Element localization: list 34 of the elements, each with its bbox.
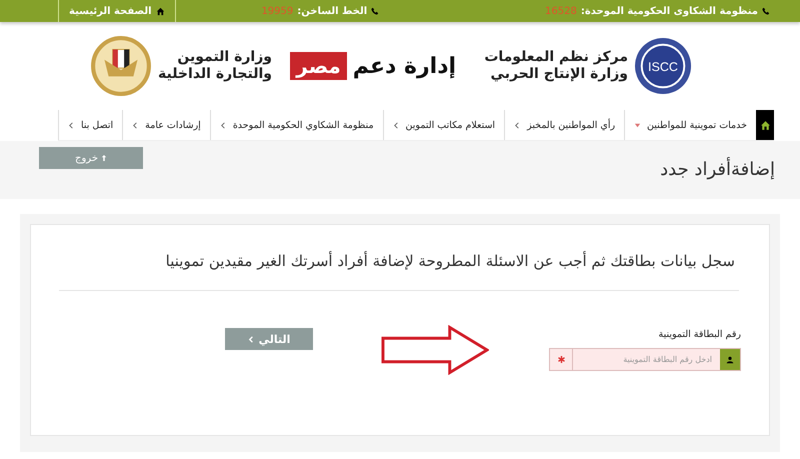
nav-item[interactable]: منظومة الشكاوي الحكومية الموحدة: [210, 110, 383, 140]
caret-icon: [634, 122, 642, 128]
complaints-label: منظومة الشكاوى الحكومية الموحدة:: [580, 6, 758, 16]
arrow-up-icon: [101, 154, 107, 162]
form-heading: سجل بيانات بطاقتك ثم أجب عن الاسئلة المطروحة لإضافة أفراد أسرتك الغير مقيدين تموينيا: [164, 250, 736, 270]
org-name: وزارة الإنتاج الحربي: [490, 66, 628, 83]
nav-item[interactable]: استعلام مكاتب التموين: [382, 110, 504, 140]
org-name: والتجارة الداخلية: [158, 66, 272, 83]
chevron-icon: [392, 122, 400, 128]
phone-icon: [762, 7, 770, 15]
chevron-icon: [514, 122, 522, 128]
logo-highlight: مصر: [290, 52, 347, 80]
phone-icon: [371, 7, 380, 15]
field-label: رقم البطاقة التموينية: [658, 329, 741, 340]
org-name: مركز نظم المعلومات: [484, 49, 628, 66]
nav-item[interactable]: خدمات تموينية للمواطنين: [624, 110, 756, 140]
chevron-icon: [68, 122, 75, 128]
complaints-number: 16528: [545, 6, 577, 16]
hotline-label: الخط الساخن:: [297, 6, 368, 16]
home-button[interactable]: [756, 110, 774, 140]
chevron-icon: [132, 122, 140, 128]
nav-item[interactable]: إرشادات عامة: [122, 110, 210, 140]
chevron-icon: [220, 122, 227, 128]
home-icon: [760, 120, 770, 130]
iscc-logo: ISCC: [634, 37, 692, 95]
chevron-icon: [248, 336, 255, 342]
hotline-number: 19959: [261, 6, 294, 16]
org-name: وزارة التموين: [176, 49, 272, 66]
emblem-icon: [90, 35, 152, 97]
nav-item[interactable]: اتصل بنا: [58, 110, 122, 140]
home-icon: [156, 6, 165, 16]
page-title: إضافةأفراد جدد: [660, 159, 775, 180]
logo-text: إدارة دعم: [352, 54, 456, 78]
nav-item[interactable]: رأي المواطنين بالمخبز: [504, 110, 624, 140]
